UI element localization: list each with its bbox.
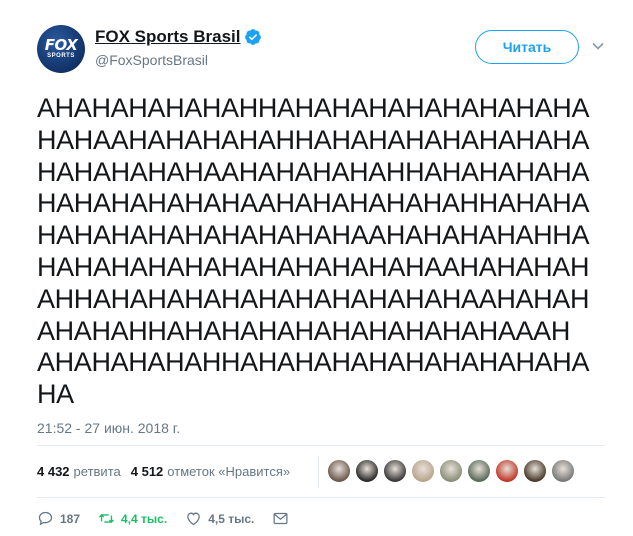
retweet-icon bbox=[98, 514, 115, 523]
verified-badge-icon bbox=[245, 29, 262, 45]
like-button[interactable]: 4,5 тыс. bbox=[185, 510, 254, 527]
avatar-logo-text: FOX bbox=[44, 36, 78, 54]
divider bbox=[37, 497, 605, 498]
tweet-text-line: HAHAHAHAHAHAHAHAHAAHAHAHAHAHHA bbox=[37, 220, 590, 251]
liker-avatar[interactable] bbox=[383, 459, 407, 483]
tweet-text-line: HAHAAHAHAHAHAHHAHAHAHAHAHAHAHA bbox=[37, 124, 590, 155]
liker-avatar[interactable] bbox=[355, 459, 379, 483]
author-display-name[interactable]: FOX Sports Brasil bbox=[95, 27, 240, 47]
tweet-text-line: AHAHAHAHAHAHHAHAHAHAHAHAHAHAHA bbox=[37, 93, 590, 123]
reply-count: 187 bbox=[60, 511, 81, 526]
liker-avatar[interactable] bbox=[411, 459, 435, 483]
tweet-text-line: HAHAHAHAHAAHAHAHAHAHHAHAHAHAHA bbox=[37, 156, 590, 187]
author-name-row: FOX Sports Brasil bbox=[95, 27, 262, 47]
liker-avatar[interactable] bbox=[495, 459, 519, 483]
tweet-timestamp[interactable]: 21:52 - 27 июн. 2018 г. bbox=[37, 420, 180, 436]
like-label: отметок «Нравится» bbox=[167, 464, 291, 479]
like-count: 4 512 bbox=[130, 464, 164, 479]
avatar[interactable]: FOX SPORTS bbox=[37, 25, 85, 73]
liker-avatars bbox=[327, 459, 579, 483]
retweet-label: ретвита bbox=[73, 464, 121, 479]
author-handle[interactable]: @FoxSportsBrasil bbox=[95, 52, 208, 68]
liker-avatar[interactable] bbox=[523, 459, 547, 483]
reply-icon bbox=[38, 511, 53, 526]
tweet-text-line: HAHAHAHAHAHAAHAHAHAHAHAHHAHAHA bbox=[37, 188, 590, 219]
follow-button[interactable]: Читать bbox=[475, 30, 579, 64]
chevron-down-icon[interactable] bbox=[591, 39, 605, 53]
stats-separator bbox=[318, 456, 319, 488]
direct-message-button[interactable] bbox=[272, 510, 295, 527]
tweet-text-line: AHHAHAHAHAHAHAHAHAHAHAHAAHAHAH bbox=[37, 283, 590, 314]
retweet-stat[interactable]: 4 432 ретвита bbox=[37, 464, 121, 479]
tweet-text: AHAHAHAHAHAHHAHAHAHAHAHAHAHAHA HAHAAHAHA… bbox=[37, 93, 617, 411]
liker-avatar[interactable] bbox=[551, 459, 575, 483]
retweet-count: 4 432 bbox=[37, 464, 70, 479]
retweet-button[interactable]: 4,4 тыс. bbox=[98, 510, 167, 527]
tweet-text-line: AHAHAHHAHAHAHAHAHAHAHAHAHAAAH bbox=[37, 315, 570, 346]
tweet-stats: 4 432 ретвита 4 512 отметок «Нравится» bbox=[37, 464, 300, 479]
envelope-icon bbox=[273, 512, 288, 525]
liker-avatar[interactable] bbox=[467, 459, 491, 483]
avatar-logo-subtext: SPORTS bbox=[47, 53, 75, 59]
tweet-text-line: AHAHAHAHAHHAHAHAHAHAHAHAHAHAHA bbox=[37, 347, 590, 378]
divider bbox=[37, 445, 605, 446]
tweet-header: FOX SPORTS FOX Sports Brasil @FoxSportsB… bbox=[37, 25, 605, 75]
heart-icon bbox=[187, 512, 200, 526]
retweet-action-count: 4,4 тыс. bbox=[121, 511, 168, 526]
tweet-text-line: HA bbox=[37, 379, 74, 410]
reply-button[interactable]: 187 bbox=[37, 510, 80, 527]
like-action-count: 4,5 тыс. bbox=[208, 511, 255, 526]
tweet-actions: 187 4,4 тыс. 4,5 тыс. bbox=[37, 510, 313, 527]
like-stat[interactable]: 4 512 отметок «Нравится» bbox=[131, 464, 290, 479]
liker-avatar[interactable] bbox=[439, 459, 463, 483]
tweet-text-line: HAHAHAHAHAHAHAHAHAHAHAAHAHAHAH bbox=[37, 251, 590, 282]
liker-avatar[interactable] bbox=[327, 459, 351, 483]
